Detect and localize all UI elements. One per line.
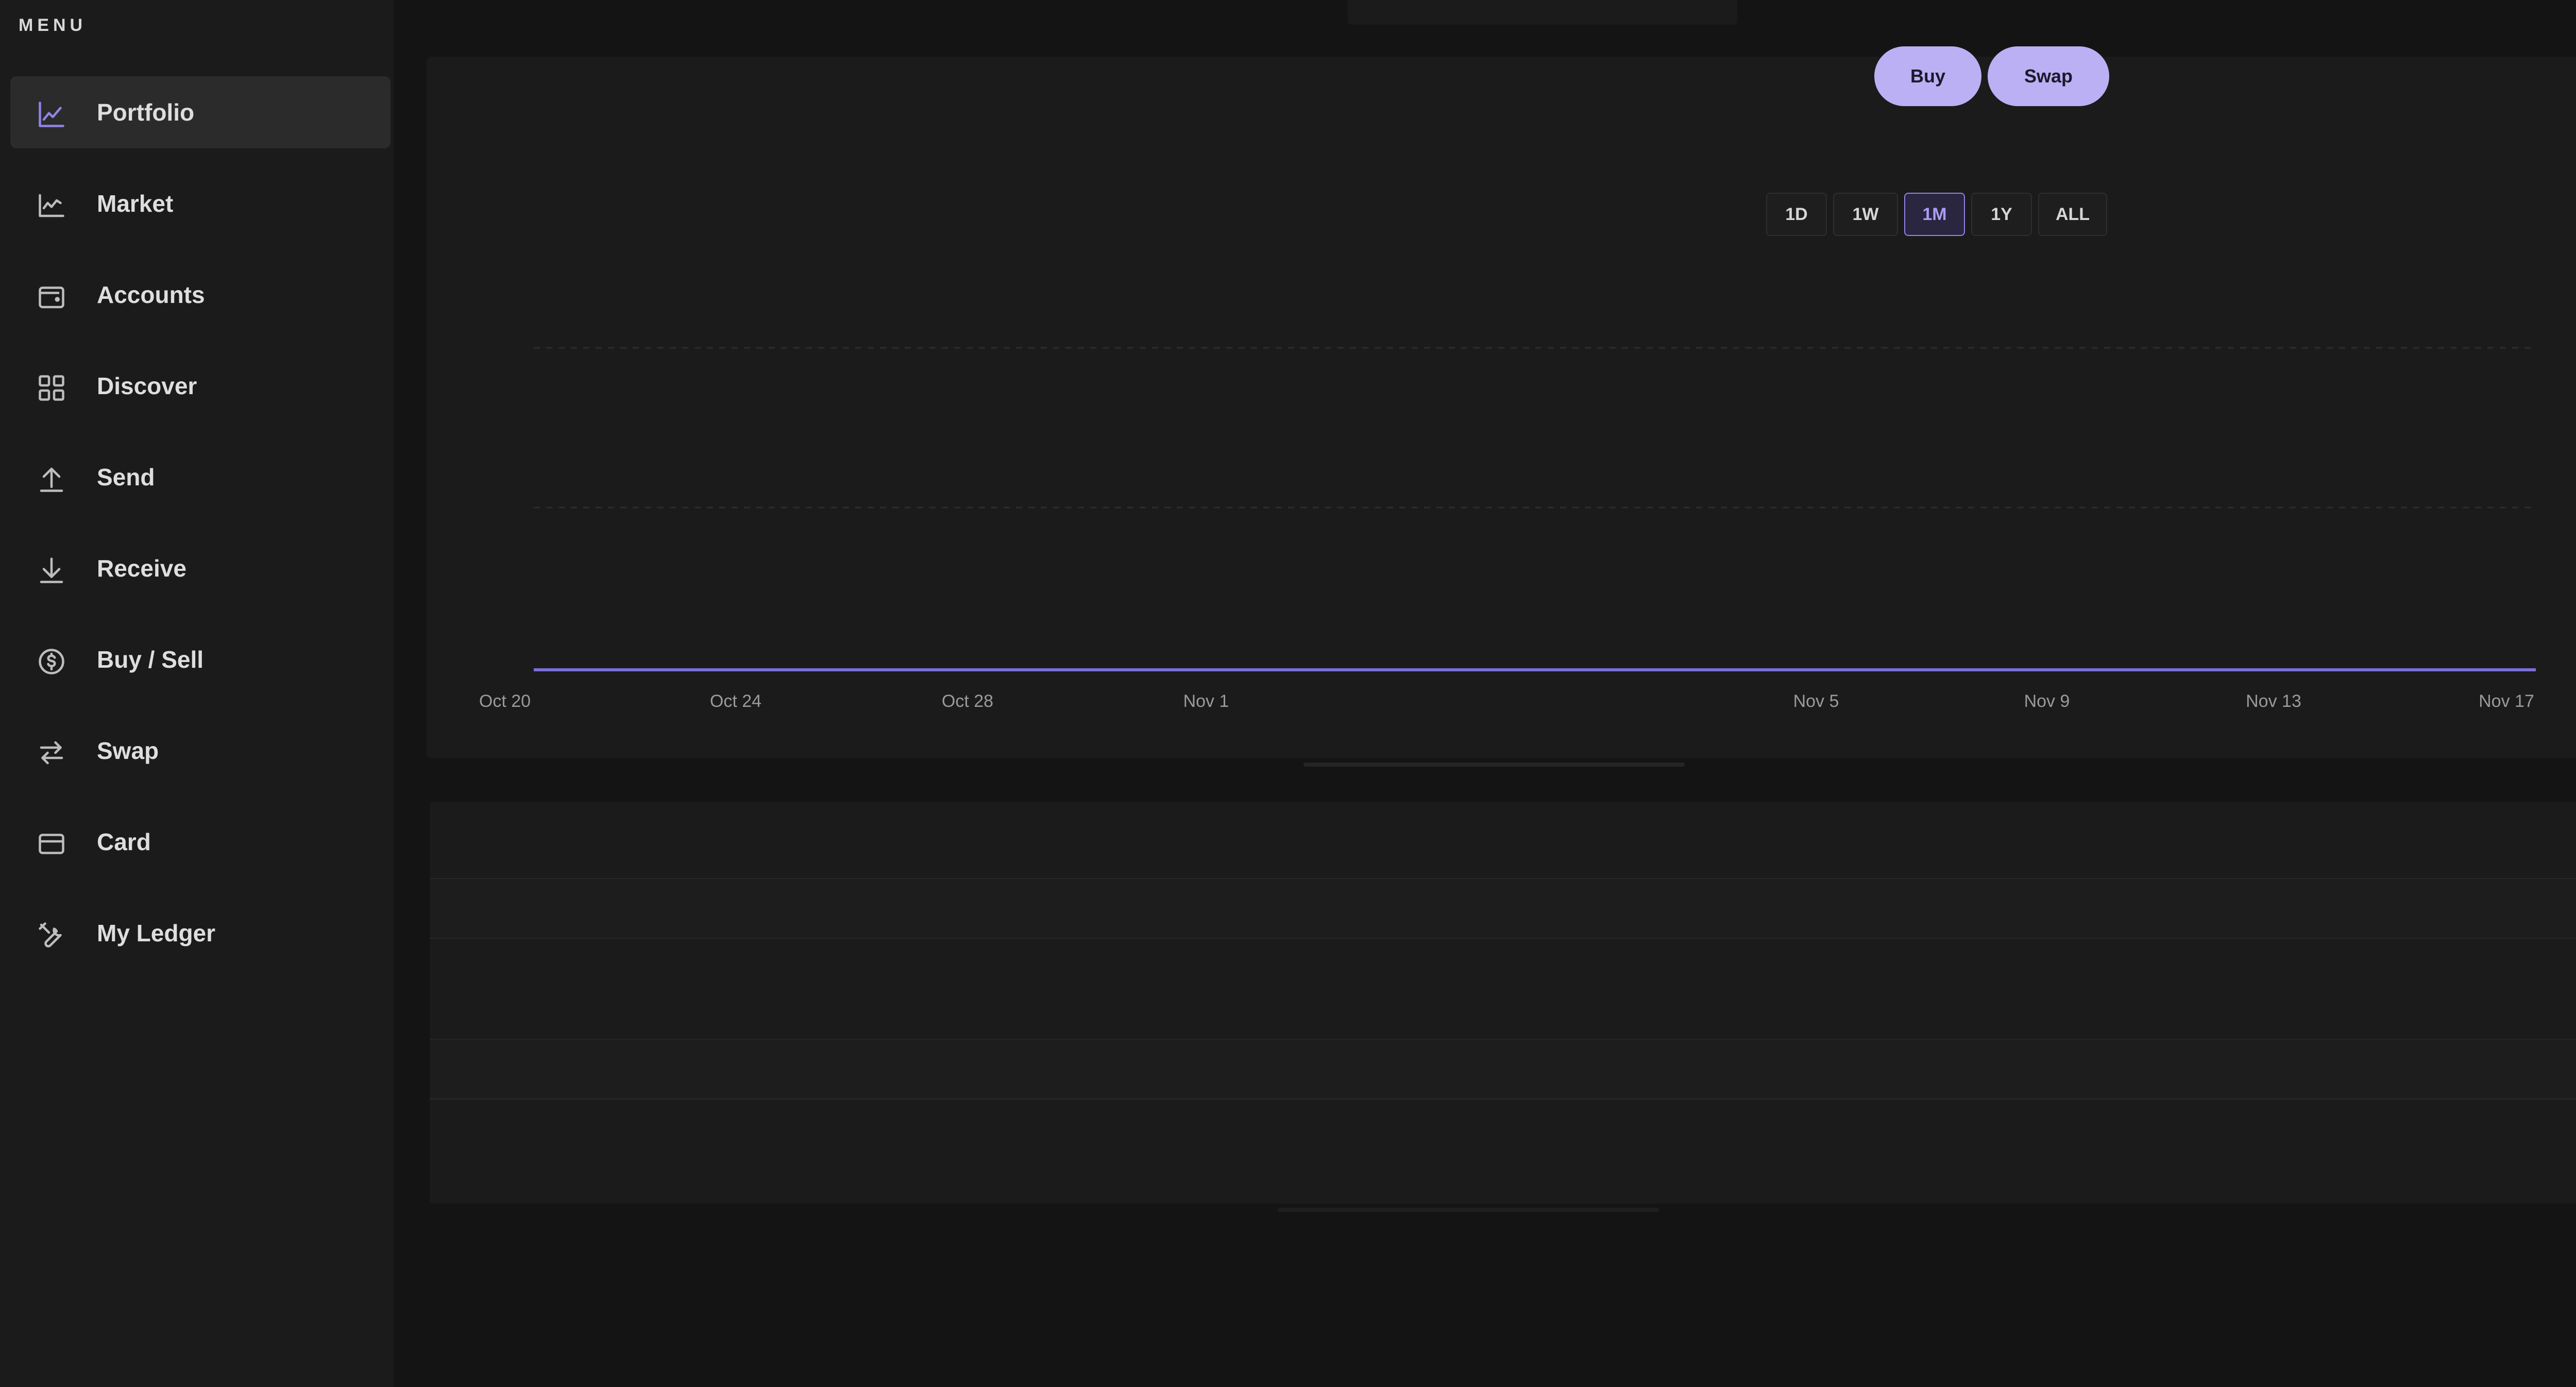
range-button-1y[interactable]: 1Y xyxy=(1971,193,2032,236)
list-scrollbar[interactable] xyxy=(1278,1208,1659,1212)
chart-scrollbar[interactable] xyxy=(1303,763,1685,767)
list-item[interactable] xyxy=(430,802,2576,878)
list-item[interactable] xyxy=(430,1098,2576,1204)
x-tick-label: Oct 28 xyxy=(942,691,993,711)
sidebar-item-accounts[interactable]: Accounts xyxy=(10,259,391,331)
sidebar-item-label: My Ledger xyxy=(97,920,216,946)
sidebar-item-label: Accounts xyxy=(97,281,205,308)
x-tick-label: Nov 9 xyxy=(2024,691,2070,711)
list-item[interactable] xyxy=(430,878,2576,939)
chart-line-icon xyxy=(36,99,67,130)
x-tick-label: Oct 20 xyxy=(479,691,531,711)
x-tick-label: Nov 5 xyxy=(1793,691,1839,711)
sidebar-item-discover[interactable]: Discover xyxy=(10,350,391,422)
sidebar-item-label: Swap xyxy=(97,737,159,764)
market-chart-icon xyxy=(36,190,67,221)
sidebar: MENU Portfolio Market Accounts Discover … xyxy=(0,0,394,1387)
range-button-1w[interactable]: 1W xyxy=(1833,193,1898,236)
range-button-1d[interactable]: 1D xyxy=(1766,193,1827,236)
range-button-1m[interactable]: 1M xyxy=(1904,193,1965,236)
list-item[interactable] xyxy=(430,1039,2576,1100)
x-tick-label: Oct 24 xyxy=(710,691,761,711)
time-range-selector: 1D 1W 1M 1Y ALL xyxy=(1766,193,2107,236)
sidebar-item-label: Portfolio xyxy=(97,99,195,126)
credit-card-icon xyxy=(36,828,67,859)
sidebar-item-label: Receive xyxy=(97,555,187,582)
sidebar-item-receive[interactable]: Receive xyxy=(10,532,391,604)
sidebar-item-label: Market xyxy=(97,190,174,217)
sidebar-item-label: Send xyxy=(97,464,155,490)
buy-button[interactable]: Buy xyxy=(1874,46,1981,106)
dollar-circle-icon xyxy=(36,646,67,677)
portfolio-chart: Oct 20 Oct 24 Oct 28 Nov 1 Nov 5 Nov 9 Nov 13 N… xyxy=(479,347,2536,711)
sidebar-item-send[interactable]: Send xyxy=(10,441,391,513)
top-bar xyxy=(1348,0,1737,25)
wallet-icon xyxy=(36,281,67,312)
swap-arrows-icon xyxy=(36,737,67,768)
assets-list xyxy=(430,802,2576,1204)
sidebar-item-label: Discover xyxy=(97,373,197,399)
range-button-all[interactable]: ALL xyxy=(2038,193,2107,236)
sidebar-item-swap[interactable]: Swap xyxy=(10,715,391,787)
sidebar-nav: Portfolio Market Accounts Discover Send … xyxy=(10,76,391,988)
grid-icon xyxy=(36,373,67,403)
sidebar-item-portfolio[interactable]: Portfolio xyxy=(10,76,391,148)
tools-icon xyxy=(36,920,67,951)
x-tick-label: Nov 1 xyxy=(1183,691,1229,711)
sidebar-item-label: Card xyxy=(97,828,151,855)
sidebar-item-market[interactable]: Market xyxy=(10,167,391,240)
arrow-down-icon xyxy=(36,555,67,586)
sidebar-item-label: Buy / Sell xyxy=(97,646,204,673)
sidebar-item-my-ledger[interactable]: My Ledger xyxy=(10,897,391,969)
arrow-up-icon xyxy=(36,464,67,495)
x-tick-label: Nov 13 xyxy=(2246,691,2301,711)
x-tick-label: Nov 17 xyxy=(2479,691,2534,711)
list-item[interactable] xyxy=(430,938,2576,1039)
app-window: MENU Portfolio Market Accounts Discover … xyxy=(0,0,2576,1387)
swap-button[interactable]: Swap xyxy=(1988,46,2109,106)
menu-title: MENU xyxy=(19,15,87,35)
sidebar-item-buy-sell[interactable]: Buy / Sell xyxy=(10,623,391,696)
sidebar-item-card[interactable]: Card xyxy=(10,806,391,878)
